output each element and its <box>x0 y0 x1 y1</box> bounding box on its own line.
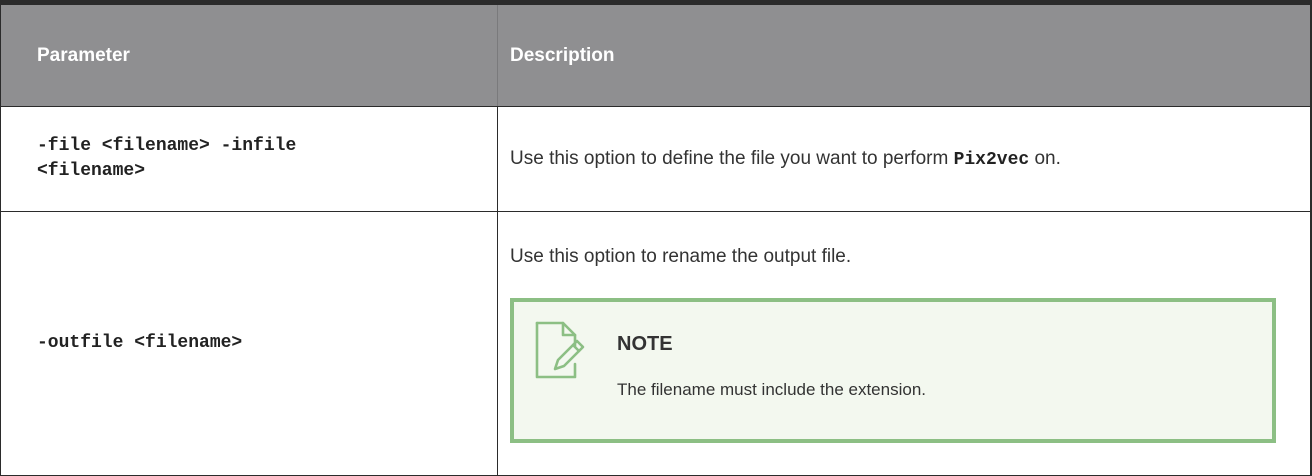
description-text-end: on. <box>1029 147 1061 169</box>
parameter-cell: -outfile <filename> <box>1 212 498 475</box>
table-row: -outfile <filename> Use this option to r… <box>1 212 1310 475</box>
description-text-start: Use this option to define the file you w… <box>510 147 954 169</box>
parameter-cell: -file <filename> -infile <filename> <box>1 107 498 211</box>
description-code: Pix2vec <box>953 149 1030 170</box>
note-box: NOTE The filename must include the exten… <box>510 298 1276 443</box>
note-body: The filename must include the extension. <box>617 380 927 399</box>
table-row: -file <filename> -infile <filename> Use … <box>1 107 1310 212</box>
description-text: Use this option to rename the output fil… <box>510 246 852 267</box>
description-cell: Use this option to define the file you w… <box>498 107 1310 211</box>
parameter-name: -outfile <filename> <box>37 333 243 353</box>
description-text: Use this option to define the file you w… <box>510 146 1061 173</box>
note-title: NOTE <box>617 333 673 355</box>
description-cell: Use this option to rename the output fil… <box>498 212 1310 475</box>
header-parameter: Parameter <box>1 5 498 106</box>
parameters-table: Parameter Description -file <filename> -… <box>0 0 1312 476</box>
parameter-name: -file <filename> -infile <filename> <box>37 134 437 184</box>
table-header-row: Parameter Description <box>1 5 1310 107</box>
header-description: Description <box>510 44 615 66</box>
note-edit-icon <box>535 321 585 379</box>
parameter-name-line-1: -file <filename> -infile <box>37 136 297 156</box>
parameter-name-line-2: <filename> <box>37 161 146 181</box>
